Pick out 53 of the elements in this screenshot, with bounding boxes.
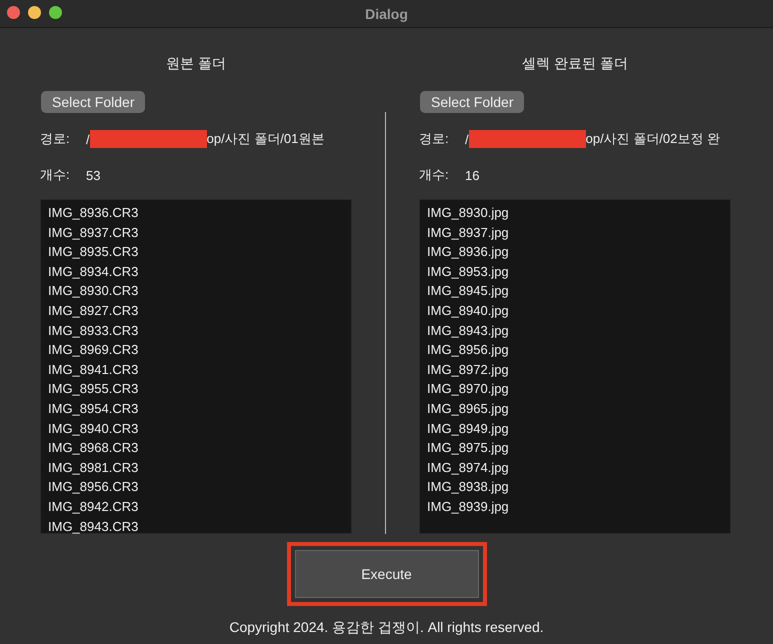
execute-button[interactable]: Execute [294, 550, 478, 598]
count-label: 개수: [419, 166, 450, 184]
file-list-item[interactable]: IMG_8942.CR3 [48, 496, 344, 516]
panel-heading: 원본 폴더 [165, 55, 227, 73]
path-value: op/사진 폴더/01원본 [206, 130, 324, 148]
file-list-item[interactable]: IMG_8968.CR3 [48, 438, 344, 458]
count-value: 53 [86, 168, 100, 182]
file-list-item[interactable]: IMG_8936.jpg [427, 242, 723, 262]
file-list-item[interactable]: IMG_8945.jpg [427, 281, 723, 301]
select-folder-button[interactable]: Select Folder [420, 91, 524, 113]
file-list-item[interactable]: IMG_8939.jpg [427, 496, 723, 516]
file-list-item[interactable]: IMG_8937.jpg [427, 222, 723, 242]
file-list-item[interactable]: IMG_8949.jpg [427, 418, 723, 438]
file-list-item[interactable]: IMG_8954.CR3 [48, 398, 344, 419]
file-list-item[interactable]: IMG_8969.CR3 [48, 340, 344, 360]
file-list-item[interactable]: IMG_8934.CR3 [48, 262, 344, 282]
close-button[interactable] [7, 6, 20, 19]
file-list-item[interactable]: IMG_8965.jpg [427, 398, 723, 419]
path-prefix: / [86, 132, 90, 146]
file-list-item[interactable]: IMG_8935.CR3 [48, 242, 344, 262]
path-label: 경로: [40, 130, 71, 148]
path-label: 경로: [419, 130, 450, 148]
zoom-button[interactable] [49, 6, 62, 19]
copyright-text: Copyright 2024. 용감한 겁쟁이. All rights reserved. [228, 619, 545, 637]
file-list-item[interactable]: IMG_8972.jpg [427, 360, 723, 380]
file-list-item[interactable]: IMG_8953.jpg [427, 262, 723, 282]
file-list-item[interactable]: IMG_8941.CR3 [48, 360, 344, 380]
file-list-item[interactable]: IMG_8943.jpg [427, 320, 723, 340]
window-title: Dialog [365, 6, 408, 22]
file-list-item[interactable]: IMG_8940.CR3 [48, 418, 344, 438]
count-label: 개수: [40, 166, 71, 184]
file-list-item[interactable]: IMG_8981.CR3 [48, 458, 344, 478]
file-list-item[interactable]: IMG_8927.CR3 [48, 300, 344, 321]
file-list-item[interactable]: IMG_8940.jpg [427, 300, 723, 321]
path-prefix: / [465, 132, 469, 146]
file-list-item[interactable]: IMG_8930.CR3 [48, 281, 344, 301]
file-list-item[interactable]: IMG_8938.jpg [427, 477, 723, 497]
file-list-item[interactable]: IMG_8943.CR3 [48, 516, 344, 536]
panel-heading: 셀렉 완료된 폴더 [521, 55, 629, 73]
file-list-item[interactable]: IMG_8936.CR3 [48, 203, 344, 223]
file-list-item[interactable]: IMG_8975.jpg [427, 438, 723, 458]
file-list-item[interactable]: IMG_8930.jpg [427, 203, 723, 223]
file-list-item[interactable]: IMG_8956.CR3 [48, 477, 344, 497]
file-list-item[interactable]: IMG_8933.CR3 [48, 320, 344, 340]
file-list-item[interactable]: IMG_8955.CR3 [48, 379, 344, 399]
file-list-item[interactable]: IMG_8974.jpg [427, 458, 723, 478]
file-list-item[interactable]: IMG_8937.CR3 [48, 222, 344, 242]
minimize-button[interactable] [28, 6, 41, 19]
select-folder-button[interactable]: Select Folder [41, 91, 146, 113]
count-value: 16 [465, 168, 480, 182]
file-list-item[interactable]: IMG_8956.jpg [427, 340, 723, 360]
file-list-item[interactable]: IMG_8970.jpg [427, 379, 723, 399]
path-value: op/사진 폴더/02보정 완 [586, 130, 720, 148]
